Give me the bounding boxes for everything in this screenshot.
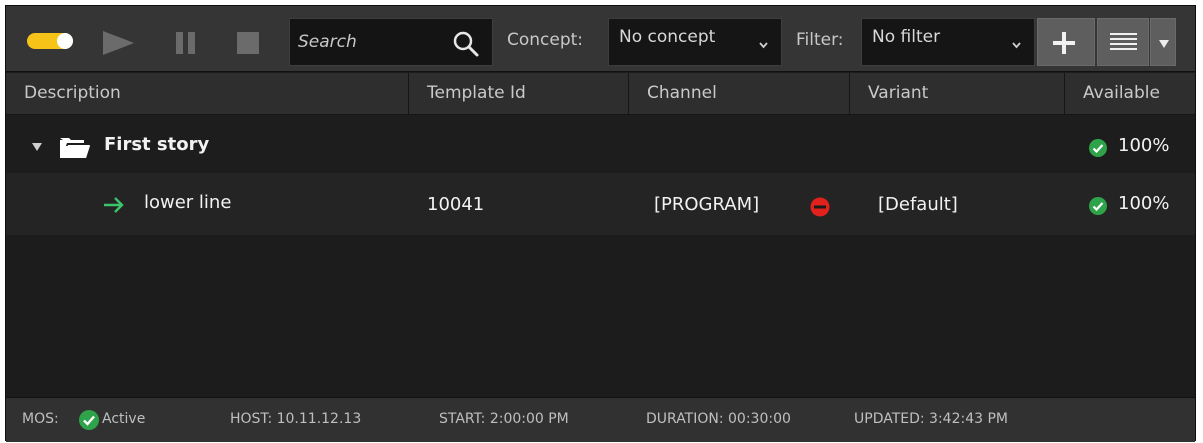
start-time: START: 2:00:00 PM xyxy=(439,411,569,427)
table-row-item[interactable]: lower line 10041 [PROGRAM] [Default] 100… xyxy=(6,173,1195,235)
playlist-panel: Concept: No concept Filter: No filter xyxy=(5,5,1196,442)
list-view-button[interactable] xyxy=(1097,18,1149,66)
column-header-row: Description Template Id Channel Variant … xyxy=(6,73,1195,115)
variant-value: [Default] xyxy=(878,194,958,215)
expand-triangle-icon[interactable] xyxy=(32,143,42,151)
mos-label: MOS: xyxy=(22,411,59,427)
play-icon[interactable] xyxy=(103,31,134,55)
dropdown-arrow-icon xyxy=(1159,40,1169,48)
table-row-story[interactable]: First story 100% xyxy=(6,115,1195,177)
check-circle-icon xyxy=(79,410,99,430)
filter-select[interactable]: No filter xyxy=(861,18,1035,66)
on-air-toggle[interactable] xyxy=(27,33,73,49)
search-input[interactable] xyxy=(298,29,448,55)
folder-open-icon xyxy=(60,138,90,158)
template-id-value: 10041 xyxy=(427,194,485,215)
toggle-knob xyxy=(57,33,73,49)
pause-icon[interactable] xyxy=(176,32,196,54)
column-header-variant[interactable]: Variant xyxy=(850,73,1065,115)
arrow-right-icon xyxy=(104,197,124,213)
concept-label: Concept: xyxy=(507,30,584,50)
view-dropdown-button[interactable] xyxy=(1150,18,1176,66)
filter-label: Filter: xyxy=(796,30,844,50)
search-icon[interactable] xyxy=(452,30,480,58)
channel-value: [PROGRAM] xyxy=(654,194,760,215)
concept-select[interactable]: No concept xyxy=(608,18,782,66)
availability-value: 100% xyxy=(1118,135,1170,156)
updated-time: UPDATED: 3:42:43 PM xyxy=(854,411,1008,427)
toolbar: Concept: No concept Filter: No filter xyxy=(6,6,1195,72)
concept-value: No concept xyxy=(619,27,716,47)
status-bar: MOS: Active HOST: 10.11.12.13 START: 2:0… xyxy=(6,397,1195,442)
chevron-down-icon xyxy=(1012,42,1021,49)
column-header-available[interactable]: Available xyxy=(1065,73,1197,115)
availability-value: 100% xyxy=(1118,193,1170,214)
chevron-down-icon xyxy=(759,42,768,49)
stop-icon[interactable] xyxy=(237,32,259,54)
duration-info: DURATION: 00:30:00 xyxy=(646,411,791,427)
no-entry-icon xyxy=(810,197,830,217)
check-circle-icon xyxy=(1089,197,1107,215)
column-header-description[interactable]: Description xyxy=(6,73,409,115)
check-circle-icon xyxy=(1089,139,1107,157)
host-info: HOST: 10.11.12.13 xyxy=(230,411,362,427)
search-field xyxy=(289,18,493,66)
element-description: lower line xyxy=(144,192,232,213)
add-button[interactable] xyxy=(1037,18,1095,66)
column-header-channel[interactable]: Channel xyxy=(629,73,850,115)
mos-state: Active xyxy=(102,411,146,427)
story-title: First story xyxy=(104,134,210,155)
column-header-template-id[interactable]: Template Id xyxy=(409,73,629,115)
filter-value: No filter xyxy=(872,27,941,47)
